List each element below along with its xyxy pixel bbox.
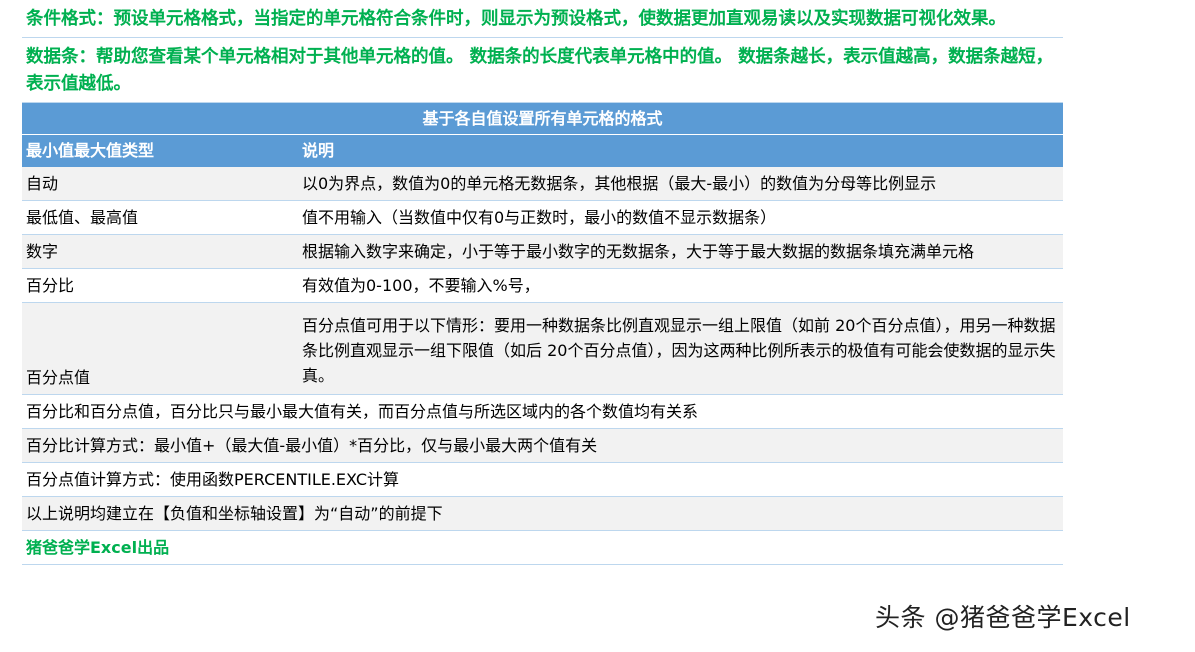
cell-type: 百分比 bbox=[26, 276, 75, 295]
cell-type-text: 百分点值 bbox=[26, 368, 91, 387]
cell-type: 数字 bbox=[26, 242, 59, 261]
cell-desc: 有效值为0-100，不要输入%号， bbox=[302, 276, 540, 295]
cell-desc: 百分点值可用于以下情形：要用一种数据条比例直观显示一组上限值（如前 20个百分点… bbox=[302, 316, 1056, 385]
note-text: 百分点值计算方式：使用函数PERCENTILE.EXC计算 bbox=[26, 470, 400, 489]
note-row[interactable]: 百分点值计算方式：使用函数PERCENTILE.EXC计算 bbox=[22, 463, 1063, 497]
footer-row[interactable]: 猪爸爸学Excel出品 bbox=[22, 531, 1063, 565]
table-row[interactable]: 数字 根据输入数字来确定，小于等于最小数字的无数据条，大于等于最大数据的数据条填… bbox=[22, 235, 1063, 269]
table-row[interactable]: 百分点值 百分点值可用于以下情形：要用一种数据条比例直观显示一组上限值（如前 2… bbox=[22, 303, 1063, 395]
cell-type: 百分点值 bbox=[22, 303, 298, 394]
table-row[interactable]: 自动 以0为界点，数值为0的单元格无数据条，其他根据（最大-最小）的数值为分母等… bbox=[22, 167, 1063, 201]
footer-credit: 猪爸爸学Excel出品 bbox=[26, 538, 170, 557]
cell-type: 自动 bbox=[26, 174, 59, 193]
note-row[interactable]: 百分比计算方式：最小值+（最大值-最小值）*百分比，仅与最小最大两个值有关 bbox=[22, 429, 1063, 463]
cell-type: 最低值、最高值 bbox=[26, 208, 139, 227]
table-header-row: 最小值最大值类型 说明 bbox=[22, 135, 1063, 167]
cell-desc: 以0为界点，数值为0的单元格无数据条，其他根据（最大-最小）的数值为分母等比例显… bbox=[302, 174, 937, 193]
watermark-text: 头条 @猪爸爸学Excel bbox=[875, 603, 1131, 632]
header-type: 最小值最大值类型 bbox=[26, 141, 155, 160]
cell-desc: 值不用输入（当数值中仅有0与正数时，最小的数值不显示数据条） bbox=[302, 208, 777, 227]
header-desc: 说明 bbox=[302, 141, 335, 160]
note-text: 百分比和百分点值，百分比只与最小最大值有关，而百分点值与所选区域内的各个数值均有… bbox=[26, 402, 699, 421]
table-band-title: 基于各自值设置所有单元格的格式 bbox=[22, 103, 1063, 135]
cell-desc: 根据输入数字来确定，小于等于最小数字的无数据条，大于等于最大数据的数据条填充满单… bbox=[302, 242, 975, 261]
intro-conditional-format: 条件格式：预设单元格格式，当指定的单元格符合条件时，则显示为预设格式，使数据更加… bbox=[22, 0, 1063, 38]
intro-data-bar: 数据条：帮助您查看某个单元格相对于其他单元格的值。 数据条的长度代表单元格中的值… bbox=[22, 38, 1063, 103]
note-row[interactable]: 以上说明均建立在【负值和坐标轴设置】为“自动”的前提下 bbox=[22, 497, 1063, 531]
table-row[interactable]: 百分比 有效值为0-100，不要输入%号， bbox=[22, 269, 1063, 303]
note-text: 百分比计算方式：最小值+（最大值-最小值）*百分比，仅与最小最大两个值有关 bbox=[26, 436, 598, 455]
worksheet: 条件格式：预设单元格格式，当指定的单元格符合条件时，则显示为预设格式，使数据更加… bbox=[22, 0, 1063, 565]
note-row[interactable]: 百分比和百分点值，百分比只与最小最大值有关，而百分点值与所选区域内的各个数值均有… bbox=[22, 395, 1063, 429]
table-row[interactable]: 最低值、最高值 值不用输入（当数值中仅有0与正数时，最小的数值不显示数据条） bbox=[22, 201, 1063, 235]
note-text: 以上说明均建立在【负值和坐标轴设置】为“自动”的前提下 bbox=[26, 504, 443, 523]
